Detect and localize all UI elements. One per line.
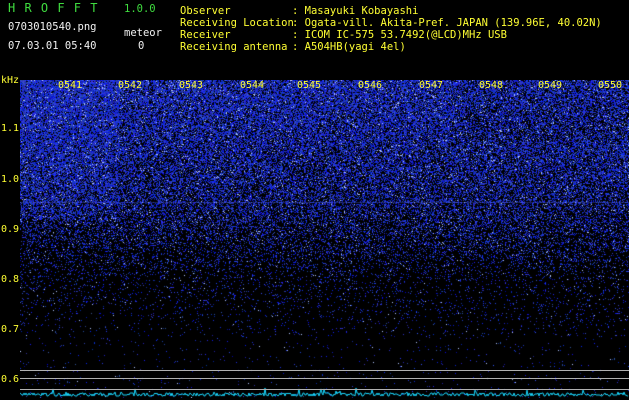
- time-tick-0546: 0546: [358, 80, 383, 91]
- antenna-value: : A504HB(yagi 4el): [292, 41, 406, 53]
- meteor-label: meteor: [124, 27, 162, 39]
- observer-label: Observer: [180, 5, 231, 17]
- filename-label: 0703010540.png: [8, 21, 97, 33]
- marker-line-upper: [20, 370, 629, 371]
- time-tick-0548: 0548: [479, 80, 504, 91]
- receiver-value: : ICOM IC-575 53.7492(@LCD)MHz USB: [292, 29, 507, 41]
- receiver-label: Receiver: [180, 29, 231, 41]
- time-tick-0549: 0549: [538, 80, 563, 91]
- time-tick-0541: 0541: [58, 80, 83, 91]
- time-tick-0543: 0543: [179, 80, 204, 91]
- time-tick-0542: 0542: [118, 80, 143, 91]
- marker-line-middle: [20, 378, 629, 379]
- time-tick-0545: 0545: [297, 80, 322, 91]
- antenna-label: Receiving antenna: [180, 41, 288, 53]
- datetime-label: 07.03.01 05:40: [8, 40, 97, 52]
- time-tick-0544: 0544: [240, 80, 265, 91]
- time-tick-0547: 0547: [419, 80, 444, 91]
- app-version: 1.0.0: [124, 3, 156, 15]
- location-label: Receiving Location: [180, 17, 294, 29]
- freq-tick-0-9: 0.9: [1, 224, 20, 235]
- freq-tick-0-8: 0.8: [1, 274, 20, 285]
- time-tick-0550: 0550: [598, 80, 623, 91]
- location-value: : Ogata-vill. Akita-Pref. JAPAN (139.96E…: [292, 17, 602, 29]
- freq-tick-1-1: 1.1: [1, 123, 20, 134]
- observer-value: : Masayuki Kobayashi: [292, 5, 419, 17]
- spectrogram-canvas: [20, 80, 629, 398]
- freq-unit-label: kHz: [1, 75, 20, 86]
- hrofft-window: H R O F F T 1.0.0 0703010540.png meteor …: [0, 0, 629, 400]
- marker-line-lower: [20, 389, 629, 390]
- freq-tick-1-0: 1.0: [1, 174, 20, 185]
- freq-tick-0-6: 0.6: [1, 374, 20, 385]
- meteor-count: 0: [138, 40, 145, 52]
- freq-tick-0-7: 0.7: [1, 324, 20, 335]
- app-name: H R O F F T: [8, 1, 99, 15]
